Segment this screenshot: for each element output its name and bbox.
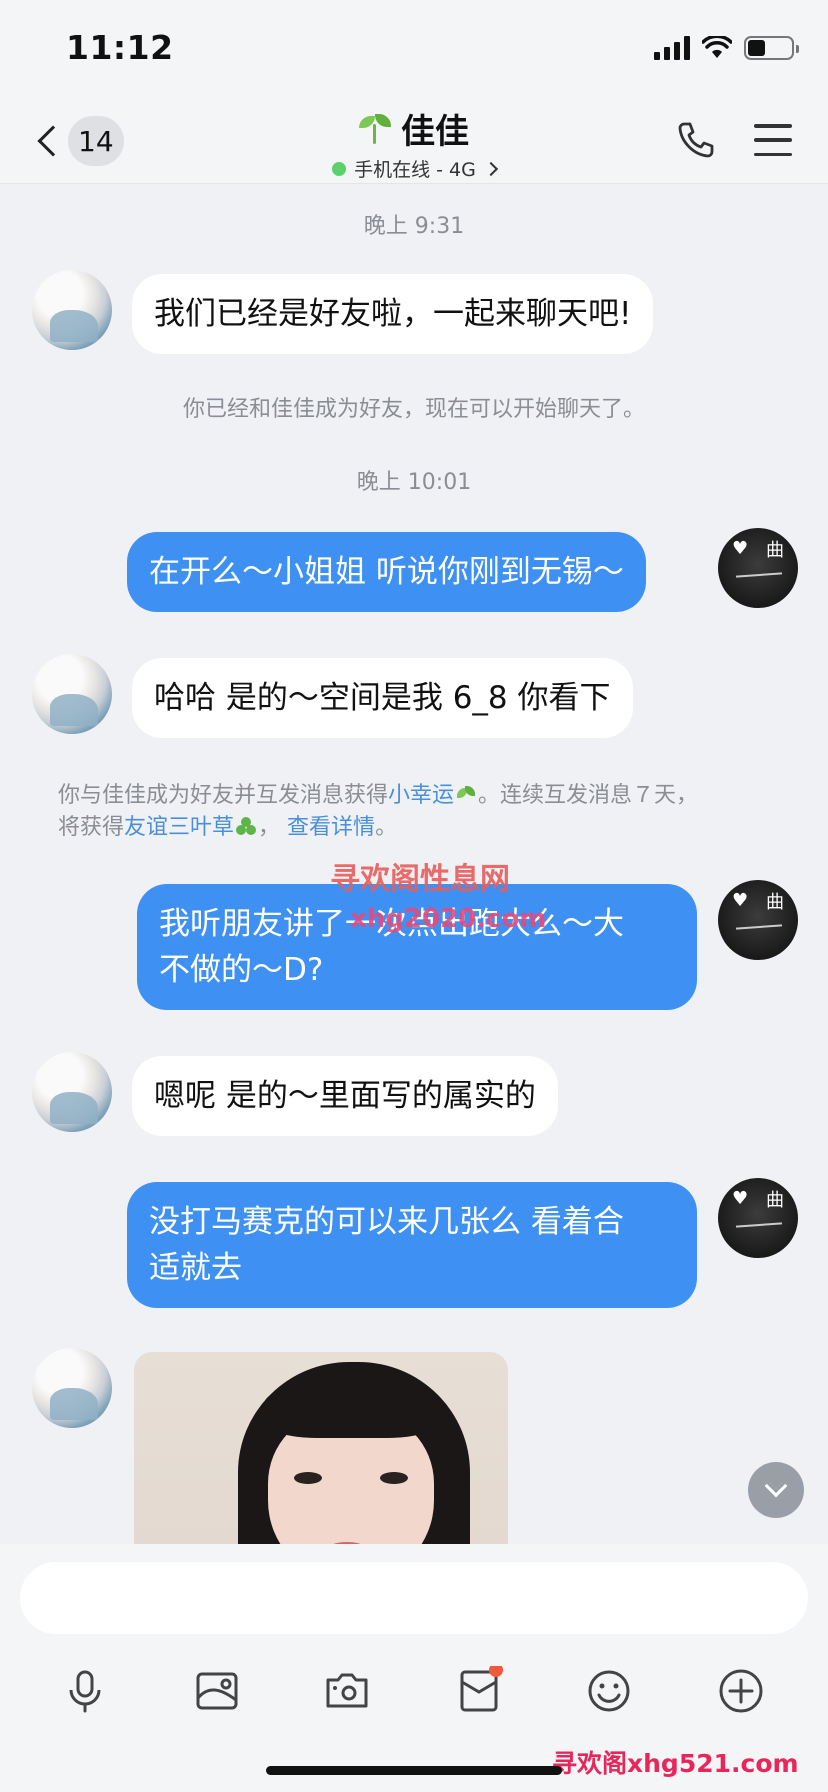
- message-bubble[interactable]: 没打马赛克的可以来几张么 看着合 适就去: [127, 1182, 697, 1308]
- emoji-icon[interactable]: [584, 1666, 634, 1716]
- message-bubble[interactable]: 哈哈 是的～空间是我 6_8 你看下: [132, 658, 633, 738]
- message-bubble[interactable]: 在开么～小姐姐 听说你刚到无锡～: [127, 532, 646, 612]
- clover-icon: [236, 817, 257, 837]
- view-details-link[interactable]: 查看详情: [287, 815, 375, 840]
- my-avatar[interactable]: ♥ 曲: [718, 528, 798, 608]
- red-envelope-icon[interactable]: [454, 1666, 504, 1716]
- contact-avatar[interactable]: [32, 1348, 112, 1428]
- system-message: 你已经和佳佳成为好友，现在可以开始聊天了。: [182, 397, 645, 422]
- message-bubble[interactable]: 我们已经是好友啦，一起来聊天吧!: [132, 274, 654, 354]
- status-bar: 11:12: [0, 0, 828, 100]
- contact-avatar[interactable]: [32, 1052, 112, 1132]
- contact-avatar[interactable]: [32, 654, 112, 734]
- contact-avatar[interactable]: [32, 270, 112, 350]
- image-icon[interactable]: [192, 1666, 242, 1716]
- my-avatar[interactable]: ♥ 曲: [718, 1178, 798, 1258]
- menu-button[interactable]: [754, 124, 792, 156]
- battery-icon: [744, 36, 799, 60]
- avatar-heart: ♥: [732, 538, 749, 559]
- status-icons: [654, 36, 799, 60]
- cellular-signal-icon: [654, 36, 690, 60]
- photo-message[interactable]: [134, 1352, 508, 1544]
- camera-icon[interactable]: [322, 1666, 372, 1716]
- chat-header: 14 佳佳 手机在线 - 4G: [0, 100, 828, 184]
- clover-link[interactable]: 友谊三叶草: [124, 815, 234, 840]
- sprout-icon: [359, 113, 391, 144]
- watermark-title: 寻欢阁性息网: [330, 862, 510, 897]
- sprout-icon: [456, 785, 476, 805]
- system-message: 你与佳佳成为好友并互发消息获得小幸运 。连续互发消息７天， 将获得友谊三叶草， 查…: [58, 783, 699, 840]
- chevron-right-icon: [483, 161, 498, 176]
- message-input[interactable]: [20, 1562, 808, 1634]
- plus-icon[interactable]: [716, 1666, 766, 1716]
- online-status[interactable]: 手机在线 - 4G: [332, 155, 498, 182]
- watermark-url: xhg2020.com: [350, 904, 547, 934]
- home-indicator[interactable]: [266, 1766, 562, 1775]
- status-time: 11:12: [66, 28, 174, 67]
- my-avatar[interactable]: ♥ 曲: [718, 880, 798, 960]
- scroll-to-bottom-button[interactable]: [748, 1462, 804, 1518]
- online-status-text: 手机在线 - 4G: [354, 159, 476, 181]
- contact-name: 佳佳: [401, 112, 469, 152]
- time-divider: 晚上 9:31: [363, 214, 465, 239]
- microphone-icon[interactable]: [60, 1666, 110, 1716]
- wifi-icon: [702, 36, 732, 58]
- online-dot-icon: [332, 161, 347, 176]
- message-bubble[interactable]: 嗯呢 是的～里面写的属实的: [132, 1056, 558, 1136]
- avatar-char: 曲: [766, 540, 784, 561]
- watermark-bottom: 寻欢阁xhg521.com: [552, 1749, 799, 1778]
- phone-call-button[interactable]: [674, 118, 718, 162]
- lucky-link[interactable]: 小幸运: [388, 783, 454, 808]
- time-divider: 晚上 10:01: [356, 470, 472, 495]
- input-toolbar: [0, 1666, 828, 1726]
- message-bubble[interactable]: 我听朋友讲了一次点出跑大么～大 不做的～D?: [137, 884, 697, 1010]
- chevron-down-icon: [764, 1474, 788, 1498]
